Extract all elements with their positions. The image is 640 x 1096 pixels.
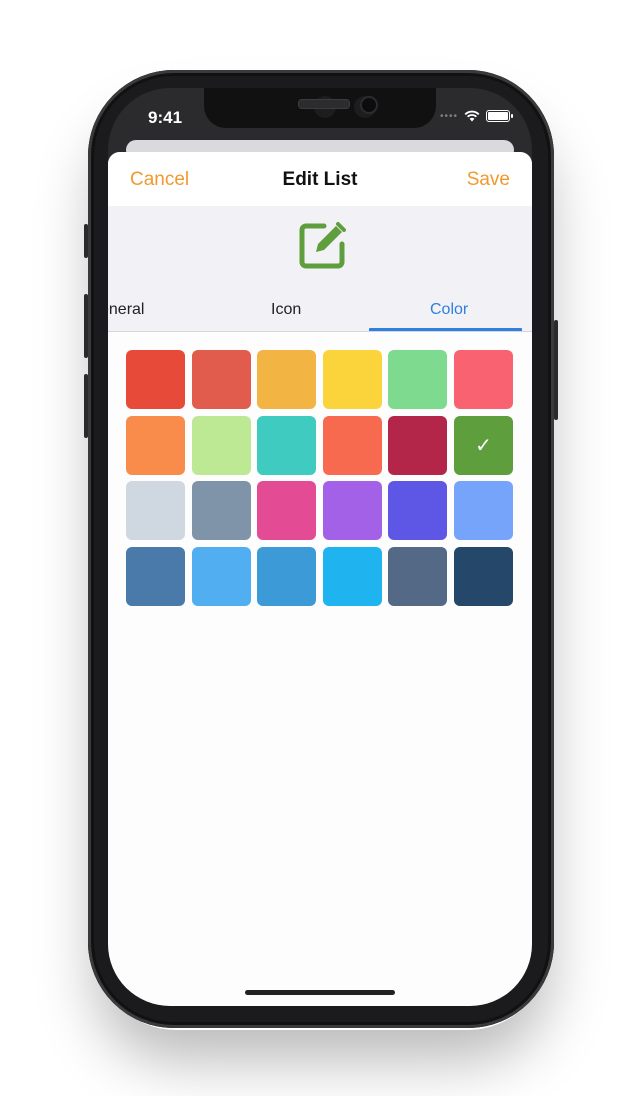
navigation-bar: Cancel Edit List Save bbox=[108, 152, 532, 206]
color-swatch[interactable] bbox=[192, 416, 251, 475]
color-swatch[interactable] bbox=[388, 481, 447, 540]
color-swatch[interactable]: ✓ bbox=[454, 416, 513, 475]
color-swatch[interactable] bbox=[257, 350, 316, 409]
edit-square-icon bbox=[299, 222, 346, 269]
color-swatch[interactable] bbox=[454, 350, 513, 409]
tab-general[interactable]: eneral bbox=[108, 301, 144, 319]
save-button[interactable]: Save bbox=[467, 169, 510, 191]
color-swatch[interactable] bbox=[192, 547, 251, 606]
color-swatch[interactable] bbox=[388, 547, 447, 606]
color-swatch[interactable] bbox=[257, 416, 316, 475]
volume-up-button bbox=[84, 294, 88, 358]
tab-icon[interactable]: Icon bbox=[271, 301, 301, 319]
color-swatch[interactable] bbox=[257, 547, 316, 606]
color-swatch[interactable] bbox=[126, 481, 185, 540]
wifi-icon bbox=[464, 110, 480, 122]
edit-list-sheet: Cancel Edit List Save eneral Icon Color … bbox=[108, 152, 532, 1006]
color-swatch[interactable] bbox=[257, 481, 316, 540]
tab-divider bbox=[108, 331, 532, 332]
color-swatch[interactable] bbox=[126, 416, 185, 475]
color-swatch[interactable] bbox=[388, 416, 447, 475]
notch bbox=[204, 88, 436, 128]
tab-color[interactable]: Color bbox=[430, 301, 468, 319]
status-indicators: •••• bbox=[439, 110, 513, 122]
speaker-grille bbox=[298, 99, 350, 109]
front-camera bbox=[360, 96, 378, 114]
color-swatch[interactable] bbox=[323, 547, 382, 606]
mute-switch bbox=[84, 224, 88, 258]
color-swatch[interactable] bbox=[454, 481, 513, 540]
home-indicator bbox=[245, 990, 395, 995]
color-swatch[interactable] bbox=[192, 350, 251, 409]
color-swatch[interactable] bbox=[388, 350, 447, 409]
color-swatch[interactable] bbox=[454, 547, 513, 606]
screen: 9:41 •••• Cancel Edit List Save neral Ic… bbox=[108, 88, 532, 1006]
color-swatch[interactable] bbox=[323, 416, 382, 475]
segmented-tabs: eneral Icon Color bbox=[108, 291, 532, 332]
status-time: 9:41 bbox=[148, 108, 183, 127]
color-swatch[interactable] bbox=[323, 350, 382, 409]
color-swatch[interactable] bbox=[126, 350, 185, 409]
color-swatch[interactable] bbox=[192, 481, 251, 540]
power-button bbox=[554, 320, 558, 420]
color-swatch[interactable] bbox=[126, 547, 185, 606]
signal-icon: •••• bbox=[439, 110, 458, 122]
checkmark-icon: ✓ bbox=[475, 435, 492, 457]
volume-down-button bbox=[84, 374, 88, 438]
battery-icon bbox=[486, 110, 513, 122]
color-swatch[interactable] bbox=[323, 481, 382, 540]
